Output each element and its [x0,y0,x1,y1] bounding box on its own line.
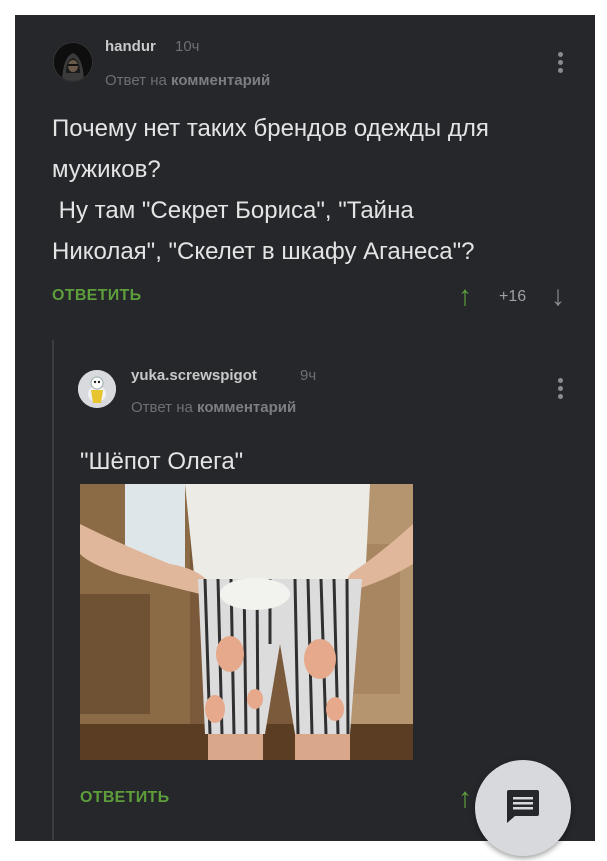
avatar[interactable] [78,370,116,408]
thread-indent-line [52,340,54,840]
reply-to-label[interactable]: Ответ на комментарий [131,399,296,416]
comments-fab-button[interactable] [475,760,571,856]
more-vertical-icon[interactable] [558,378,564,402]
avatar[interactable] [53,42,93,82]
attached-photo[interactable] [80,484,413,760]
username[interactable]: handur [105,38,156,55]
reply-button[interactable]: ОТВЕТИТЬ [80,789,169,807]
timestamp: 9ч [300,367,317,384]
arrow-up-icon[interactable]: ↑ [458,784,472,812]
arrow-up-icon[interactable]: ↑ [458,282,472,310]
comment-score: +16 [499,288,527,305]
reply-to-prefix: Ответ на [105,72,167,89]
reply-to-label[interactable]: Ответ на комментарий [105,72,270,89]
reply-button[interactable]: ОТВЕТИТЬ [52,287,141,305]
username[interactable]: yuka.screwspigot [131,367,257,384]
comment-text: Почему нет таких брендов одежды для мужи… [52,115,489,265]
more-vertical-icon[interactable] [558,52,564,76]
timestamp: 10ч [175,38,200,55]
reply-to-link[interactable]: комментарий [197,399,296,416]
comments-icon [507,790,539,823]
reply-to-link[interactable]: комментарий [171,72,270,89]
reply-to-prefix: Ответ на [131,399,193,416]
arrow-down-icon[interactable]: ↓ [551,282,565,310]
comment-text: "Шёпот Олега" [80,448,244,475]
